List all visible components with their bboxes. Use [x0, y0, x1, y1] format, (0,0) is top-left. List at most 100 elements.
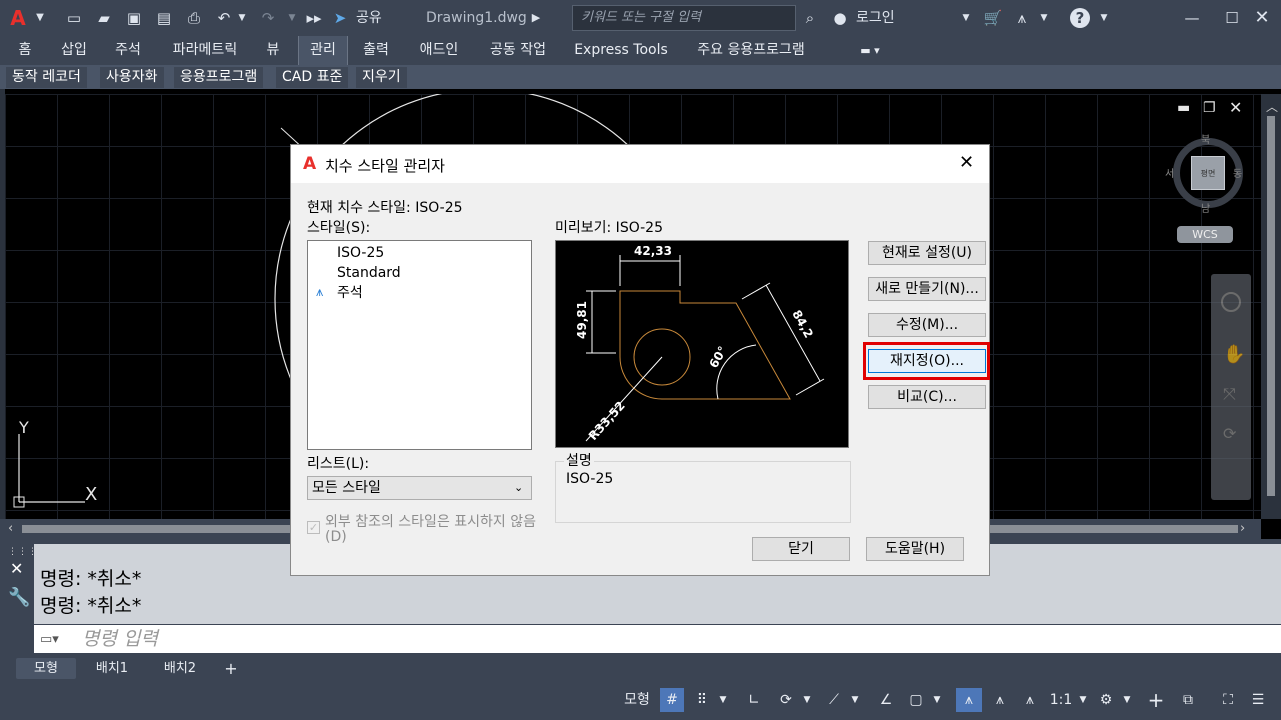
annotation-monitor-icon[interactable]: + — [1144, 688, 1168, 712]
customization-menu-icon[interactable]: ☰ — [1246, 688, 1270, 712]
viewcube-south[interactable]: 남 — [1201, 200, 1210, 215]
tab-view[interactable]: 뷰 — [258, 36, 288, 65]
object-snap-tracking-icon[interactable]: ∠ — [874, 688, 898, 712]
login-label[interactable]: 로그인 — [856, 8, 895, 28]
help-button[interactable]: 도움말(H) — [866, 537, 964, 561]
search-icon[interactable]: ⌕ — [800, 8, 820, 28]
steering-wheel-icon[interactable] — [1221, 292, 1241, 312]
save-icon[interactable]: ▣ — [124, 8, 144, 28]
new-style-button[interactable]: 새로 만들기(N)... — [868, 277, 986, 301]
dialog-title-bar[interactable]: A 치수 스타일 관리자 ✕ — [291, 145, 989, 183]
login-dropdown-icon[interactable]: ▼ — [956, 8, 976, 28]
more-tools-icon[interactable]: ▸▸ — [304, 8, 324, 28]
annotation-scale-value[interactable]: 1:1 — [1046, 688, 1076, 712]
new-file-icon[interactable]: ▭ — [64, 8, 84, 28]
scroll-up-icon[interactable]: ︿ — [1266, 98, 1278, 115]
scroll-thumb[interactable] — [1267, 116, 1275, 496]
tab-express-tools[interactable]: Express Tools — [568, 36, 674, 65]
viewcube-top-face[interactable]: 평면 — [1191, 156, 1225, 190]
model-space-button[interactable]: 모형 — [618, 688, 656, 712]
customize-wrench-icon[interactable]: 🔧 — [8, 587, 30, 608]
viewport-close-icon[interactable]: ✕ — [1229, 98, 1242, 117]
viewport-minimize-icon[interactable]: ▬ — [1177, 100, 1190, 116]
style-item-standard[interactable]: Standard — [337, 264, 401, 282]
cart-icon[interactable]: 🛒 — [983, 8, 1003, 28]
orbit-icon[interactable]: ⟳ — [1223, 424, 1236, 443]
print-icon[interactable]: ⎙ — [184, 8, 204, 28]
minimize-icon[interactable]: — — [1182, 8, 1202, 28]
add-layout-icon[interactable]: + — [218, 658, 244, 679]
close-icon[interactable]: ✕ — [1252, 8, 1272, 28]
set-current-button[interactable]: 현재로 설정(U) — [868, 241, 986, 265]
tab-collaborate[interactable]: 공동 작업 — [480, 36, 556, 65]
tab-parametric[interactable]: 파라메트릭 — [160, 36, 250, 65]
tab-model[interactable]: 모형 — [16, 658, 76, 679]
ribbon-action-recorder[interactable]: 동작 레코더 — [6, 67, 87, 88]
ribbon-applications[interactable]: 응용프로그램 — [174, 67, 264, 88]
ribbon-customize[interactable]: 사용자화 — [100, 67, 164, 88]
scroll-left-icon[interactable]: ‹ — [8, 521, 13, 536]
save-as-icon[interactable]: ▤ — [154, 8, 174, 28]
help-dropdown-icon[interactable]: ▼ — [1094, 8, 1114, 28]
isodraft-icon[interactable]: ⟋ — [822, 688, 846, 712]
viewport-restore-icon[interactable]: ❐ — [1203, 100, 1216, 116]
scroll-right-icon[interactable]: › — [1240, 521, 1245, 536]
user-icon[interactable]: ● — [830, 8, 850, 28]
dialog-close-icon[interactable]: ✕ — [959, 152, 974, 173]
ribbon-toggle-icon[interactable]: ▬ ▾ — [850, 36, 890, 65]
command-input[interactable]: ▭▾ 명령 입력 — [34, 625, 1281, 653]
scale-dropdown-icon[interactable]: ▼ — [1076, 688, 1090, 712]
tab-featured-apps[interactable]: 주요 응용프로그램 — [684, 36, 818, 65]
workspace-gear-icon[interactable]: ⚙ — [1094, 688, 1118, 712]
share-icon[interactable]: ➤ — [330, 8, 350, 28]
tab-insert[interactable]: 삽입 — [52, 36, 96, 65]
zoom-icon[interactable]: ⤧ — [1223, 384, 1236, 404]
auto-scale-icon[interactable]: ⩚ — [988, 688, 1012, 712]
close-button[interactable]: 닫기 — [752, 537, 850, 561]
maximize-icon[interactable]: ☐ — [1222, 8, 1242, 28]
polar-icon[interactable]: ⟳ — [774, 688, 798, 712]
style-item-iso25[interactable]: ISO-25 — [337, 244, 384, 262]
tab-home[interactable]: 홈 — [10, 36, 40, 65]
undo-dropdown-icon[interactable]: ▼ — [232, 8, 252, 28]
polar-dropdown-icon[interactable]: ▼ — [800, 688, 814, 712]
vertical-scrollbar[interactable]: ︿ — [1261, 94, 1281, 519]
tab-layout1[interactable]: 배치1 — [78, 658, 146, 679]
grid-icon[interactable]: # — [660, 688, 684, 712]
workspace-dropdown-icon[interactable]: ▼ — [1120, 688, 1134, 712]
tab-addins[interactable]: 애드인 — [410, 36, 468, 65]
snap-dropdown-icon[interactable]: ▼ — [716, 688, 730, 712]
share-label[interactable]: 공유 — [356, 8, 382, 28]
wcs-menu[interactable]: WCS — [1177, 226, 1233, 243]
redo-dropdown-icon[interactable]: ▼ — [282, 8, 302, 28]
isodraft-dropdown-icon[interactable]: ▼ — [848, 688, 862, 712]
undo-icon[interactable]: ↶ — [214, 8, 234, 28]
open-folder-icon[interactable]: ▰ — [94, 8, 114, 28]
autodesk-app-icon[interactable]: ⩚ — [1012, 8, 1032, 28]
search-input[interactable]: 키워드 또는 구절 입력 — [572, 5, 796, 31]
tab-annotate[interactable]: 주석 — [106, 36, 150, 65]
object-snap-icon[interactable]: ▢ — [904, 688, 928, 712]
redo-icon[interactable]: ↷ — [258, 8, 278, 28]
style-item-annotative[interactable]: 주석 — [337, 284, 363, 302]
autocad-logo-icon[interactable]: A — [8, 8, 28, 28]
styles-list[interactable]: ISO-25 Standard ⩚ 주석 — [307, 240, 532, 450]
clean-screen-icon[interactable]: ⛶ — [1216, 688, 1240, 712]
help-icon[interactable]: ? — [1070, 8, 1090, 28]
navigation-bar[interactable]: ✋ ⤧ ⟳ — [1211, 274, 1251, 500]
app-dropdown-icon[interactable]: ▼ — [1034, 8, 1054, 28]
ribbon-cad-standards[interactable]: CAD 표준 — [276, 67, 349, 88]
modify-button[interactable]: 수정(M)... — [868, 313, 986, 337]
pan-hand-icon[interactable]: ✋ — [1223, 344, 1245, 365]
xref-checkbox[interactable]: ✓ — [307, 521, 320, 534]
isolate-objects-icon[interactable]: ⧉ — [1176, 688, 1200, 712]
annotation-visibility-icon[interactable]: ⩚ — [956, 688, 982, 712]
osnap-dropdown-icon[interactable]: ▼ — [930, 688, 944, 712]
viewcube-north[interactable]: 북 — [1201, 131, 1210, 146]
tab-layout2[interactable]: 배치2 — [146, 658, 214, 679]
ribbon-cleanup[interactable]: 지우기 — [356, 67, 407, 88]
app-menu-chevron-icon[interactable]: ▼ — [30, 8, 50, 28]
viewcube-east[interactable]: 동 — [1233, 165, 1242, 180]
annotation-scale-icon[interactable]: ⩚ — [1018, 688, 1042, 712]
snap-icon[interactable]: ⠿ — [690, 688, 714, 712]
